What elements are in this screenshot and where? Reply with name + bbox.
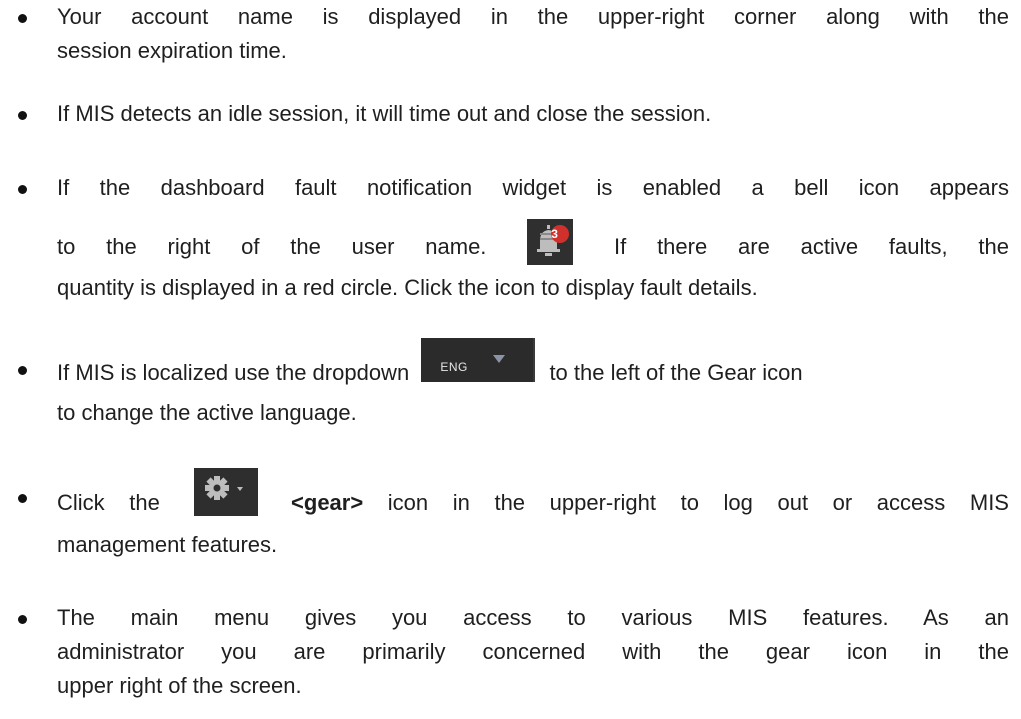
paragraph-text: to the right of the user name. [57,233,487,259]
chevron-down-icon [237,487,244,491]
bullet-marker [18,185,27,194]
bullet-marker [18,111,27,120]
paragraph-line: to change the active language. [57,400,357,425]
bullet-marker [18,14,27,23]
bullet-marker [18,494,27,503]
paragraph-text: If MIS is localized use the dropdown [57,359,410,385]
paragraph-line: If MIS detects an idle session, it will … [57,101,712,126]
paragraph-line: administrator you are primarily concerne… [57,639,1009,664]
paragraph-line: Click the <gear> icon in the upper-right… [57,468,1009,528]
paragraph-text: to the left of the Gear icon [549,359,803,385]
paragraph-line: quantity is displayed in a red circle. C… [57,275,758,300]
bullet-marker [18,615,27,624]
document-body: Your account name is displayed in the up… [0,0,1021,719]
bell-icon[interactable]: 3 [527,219,574,265]
paragraph-line: upper right of the screen. [57,673,302,698]
paragraph-line: If MIS is localized use the dropdown ENG… [57,338,1009,396]
paragraph-text: Click the [57,489,160,515]
bell-icon-graphic [537,225,561,256]
divider [533,338,536,382]
paragraph-line: session expiration time. [57,38,287,63]
paragraph-text: If there are active faults, the [614,233,1009,259]
paragraph-text: icon in the upper-right to log out or ac… [387,489,1009,515]
gear-label: <gear> [291,489,364,515]
language-dropdown[interactable]: ENG [421,338,536,382]
gear-icon-graphic [205,476,244,500]
language-code: ENG [440,360,468,374]
paragraph-line: to the right of the user name. 3 If ther… [57,219,1009,271]
paragraph-line: management features. [57,532,278,557]
gear-icon[interactable] [194,468,259,516]
chevron-down-icon [493,355,506,363]
paragraph-line: Your account name is displayed in the up… [57,4,1009,29]
paragraph-line: The main menu gives you access to variou… [57,605,1009,630]
bullet-marker [18,366,27,375]
paragraph-line: If the dashboard fault notification widg… [57,175,1009,200]
